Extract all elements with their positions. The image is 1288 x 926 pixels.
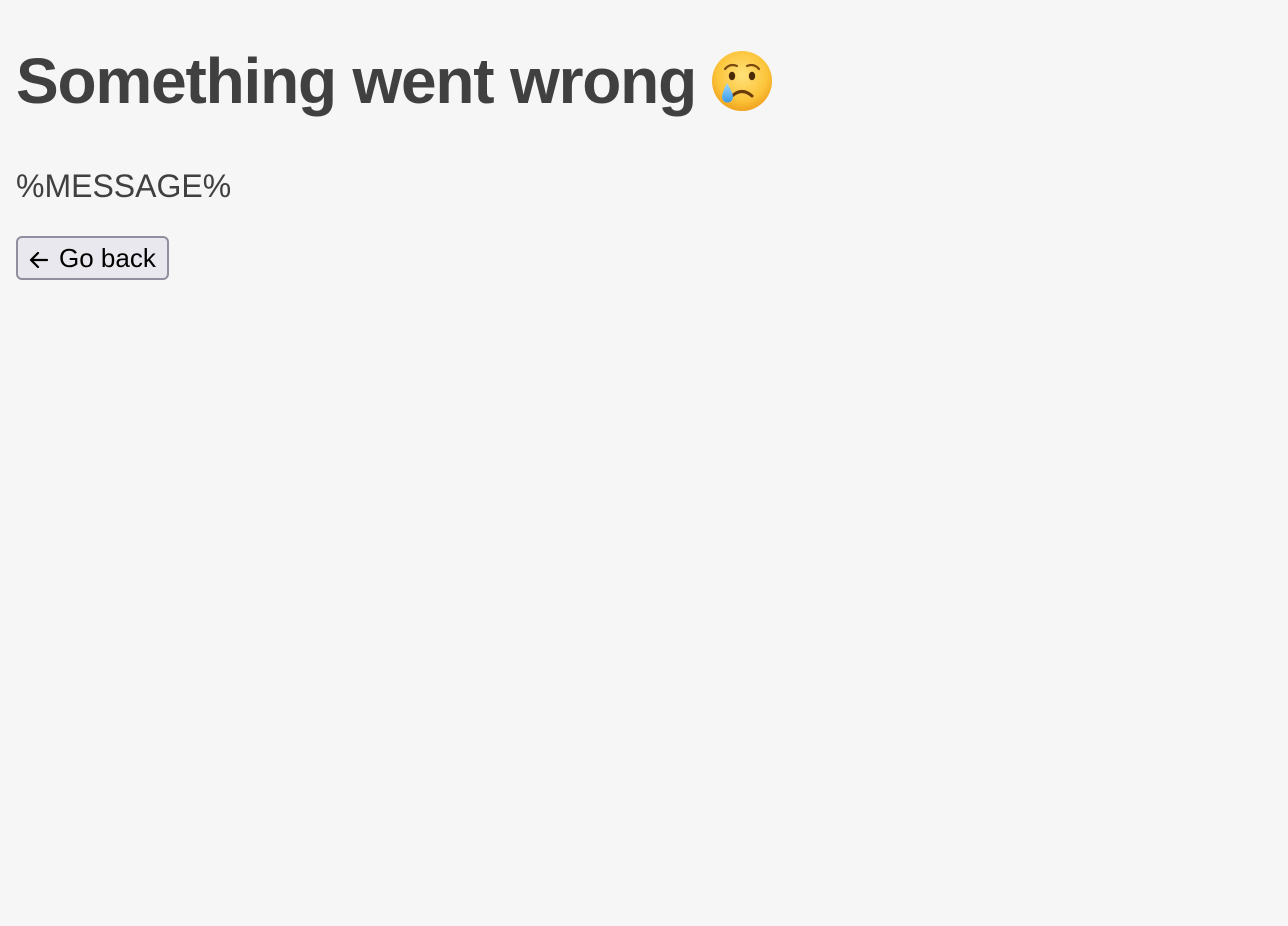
page-title-text: Something went wrong <box>16 45 697 117</box>
crying-face-icon <box>710 49 774 113</box>
go-back-label: Go back <box>59 242 156 273</box>
page-title: Something went wrong <box>16 42 774 120</box>
arrow-left-icon <box>28 247 50 269</box>
error-message: %MESSAGE% <box>16 168 232 204</box>
go-back-button[interactable]: Go back <box>16 236 169 280</box>
